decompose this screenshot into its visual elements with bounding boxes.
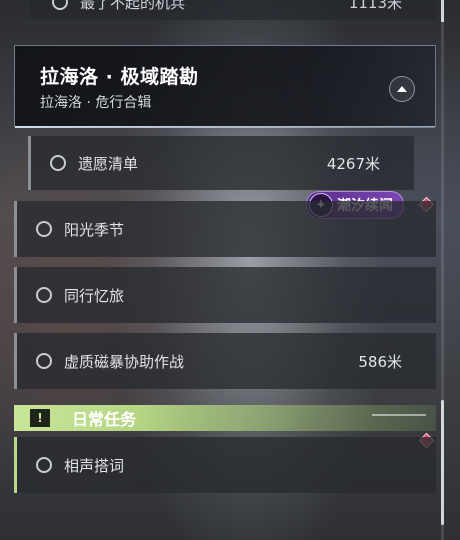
radio-circle-icon (36, 287, 52, 303)
scrollbar-top-segment (441, 0, 444, 22)
quest-item-distance: 586米 (358, 352, 402, 371)
collapse-button[interactable] (389, 76, 415, 102)
quest-group-title: 拉海洛 · 极域踏勘 (40, 66, 199, 88)
row-accent-bar (14, 201, 17, 257)
scrollbar-thumb[interactable] (441, 400, 444, 525)
daily-task-row[interactable]: 相声搭词 (14, 437, 436, 493)
row-accent-bar (28, 136, 31, 190)
daily-task-label: 相声搭词 (64, 456, 125, 475)
row-accent-bar (14, 267, 17, 323)
chevron-up-icon (397, 86, 407, 92)
radio-circle-icon (36, 221, 52, 237)
radio-circle-icon (36, 457, 52, 473)
quest-item-label: 虚质磁暴协助作战 (64, 352, 185, 371)
daily-tasks-header: ! 日常任务 (14, 405, 436, 431)
quest-group-subtitle: 拉海洛 · 危行合辑 (40, 95, 152, 111)
row-accent-bar (14, 437, 17, 493)
quest-item-row[interactable]: 同行忆旅 (14, 267, 436, 323)
subtask-distance: 4267米 (326, 154, 380, 173)
quest-item-row[interactable]: 虚质磁暴协助作战 586米 (14, 333, 436, 389)
radio-circle-icon (36, 353, 52, 369)
radio-circle-icon (50, 155, 66, 171)
subtask-label: 遗愿清单 (78, 154, 139, 173)
row-accent-bar (14, 333, 17, 389)
radio-circle-icon (52, 0, 68, 10)
quest-item-distance: 1113米 (348, 0, 402, 12)
decorative-line (372, 414, 426, 416)
daily-tasks-title: 日常任务 (72, 410, 137, 429)
quest-item-label: 最了不起的机兵 (80, 0, 186, 12)
quest-item-row[interactable]: 阳光季节 (14, 201, 436, 257)
quest-group-header[interactable]: 拉海洛 · 极域踏勘 拉海洛 · 危行合辑 (14, 45, 436, 128)
quest-item-label: 同行忆旅 (64, 286, 125, 305)
exclamation-icon: ! (30, 409, 50, 427)
quest-subtask-row[interactable]: 遗愿清单 4267米 (28, 136, 414, 190)
quest-item-label: 阳光季节 (64, 220, 125, 239)
quest-item-partial[interactable]: 最了不起的机兵 1113米 (30, 0, 436, 20)
